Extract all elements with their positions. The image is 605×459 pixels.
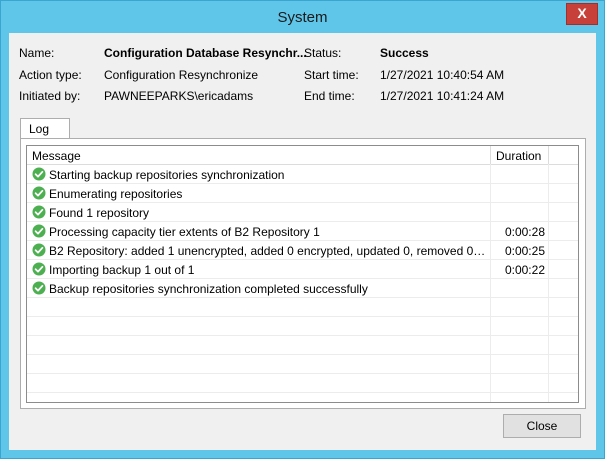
- table-row[interactable]: Enumerating repositories: [27, 184, 578, 203]
- log-message: Processing capacity tier extents of B2 R…: [49, 225, 320, 239]
- table-row[interactable]: Processing capacity tier extents of B2 R…: [27, 222, 578, 241]
- window-title: System: [277, 9, 328, 26]
- start-time-label: Start time:: [304, 68, 359, 82]
- log-message: Backup repositories synchronization comp…: [49, 282, 368, 296]
- log-message: Found 1 repository: [49, 206, 150, 220]
- log-duration: 0:00:22: [504, 263, 545, 277]
- log-message: Starting backup repositories synchroniza…: [49, 168, 285, 182]
- success-check-icon: [32, 167, 46, 181]
- initiated-by-label: Initiated by:: [19, 89, 81, 103]
- end-time-label: End time:: [304, 89, 355, 103]
- log-duration: 0:00:28: [504, 225, 545, 239]
- empty-row: [27, 317, 578, 336]
- column-header-message[interactable]: Message: [32, 149, 81, 163]
- log-message: B2 Repository: added 1 unencrypted, adde…: [49, 244, 487, 258]
- close-button[interactable]: Close: [503, 414, 581, 438]
- column-header-duration[interactable]: Duration: [496, 149, 541, 163]
- initiated-by-value: PAWNEEPARKS\ericadams: [104, 89, 254, 103]
- log-message: Importing backup 1 out of 1: [49, 263, 195, 277]
- log-duration: 0:00:25: [504, 244, 545, 258]
- action-type-label: Action type:: [19, 68, 82, 82]
- name-value: Configuration Database Resynchr...: [104, 46, 307, 60]
- log-tab-panel: Message Duration Starting backup reposit…: [20, 138, 586, 409]
- column-divider: [548, 146, 549, 164]
- table-row[interactable]: Backup repositories synchronization comp…: [27, 279, 578, 298]
- close-window-button[interactable]: X: [566, 3, 598, 25]
- start-time-value: 1/27/2021 10:40:54 AM: [380, 68, 505, 82]
- column-divider: [490, 146, 491, 164]
- status-value: Success: [380, 46, 429, 60]
- table-row[interactable]: Starting backup repositories synchroniza…: [27, 165, 578, 184]
- success-check-icon: [32, 262, 46, 276]
- success-check-icon: [32, 224, 46, 238]
- tab-log[interactable]: Log: [20, 118, 70, 138]
- success-check-icon: [32, 243, 46, 257]
- log-grid[interactable]: Message Duration Starting backup reposit…: [26, 145, 579, 403]
- success-check-icon: [32, 281, 46, 295]
- grid-header: Message Duration: [27, 146, 578, 165]
- title-bar[interactable]: System X: [1, 1, 604, 33]
- success-check-icon: [32, 186, 46, 200]
- empty-row: [27, 374, 578, 393]
- dialog-body: Name: Configuration Database Resynchr...…: [9, 33, 596, 450]
- table-row[interactable]: Importing backup 1 out of 1 0:00:22: [27, 260, 578, 279]
- success-check-icon: [32, 205, 46, 219]
- status-label: Status:: [304, 46, 342, 60]
- table-row[interactable]: B2 Repository: added 1 unencrypted, adde…: [27, 241, 578, 260]
- empty-row: [27, 336, 578, 355]
- name-label: Name:: [19, 46, 55, 60]
- system-dialog: System X Name: Configuration Database Re…: [0, 0, 605, 459]
- action-type-value: Configuration Resynchronize: [104, 68, 259, 82]
- empty-row: [27, 298, 578, 317]
- empty-row: [27, 355, 578, 374]
- log-message: Enumerating repositories: [49, 187, 183, 201]
- end-time-value: 1/27/2021 10:41:24 AM: [380, 89, 505, 103]
- table-row[interactable]: Found 1 repository: [27, 203, 578, 222]
